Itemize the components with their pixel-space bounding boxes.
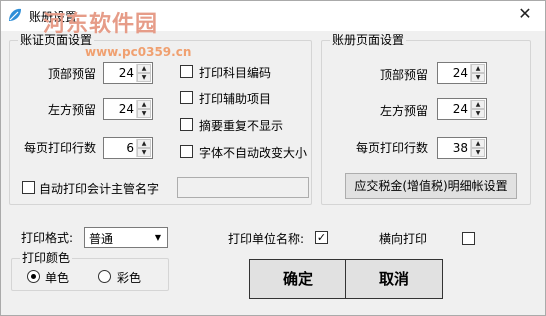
hide-duplicate-summary-checkbox[interactable] <box>180 118 193 131</box>
cancel-button[interactable]: 取消 <box>345 259 443 299</box>
print-color-legend: 打印颜色 <box>22 251 71 265</box>
auto-print-signer-checkbox[interactable] <box>22 181 35 194</box>
right-top-margin-label: 顶部预留 <box>380 68 429 82</box>
left-left-margin-value: 24 <box>118 102 134 116</box>
right-rows-per-page-label: 每页打印行数 <box>356 141 429 155</box>
left-top-margin-value: 24 <box>118 66 134 80</box>
print-format-select[interactable]: 普通 ▼ <box>84 227 168 248</box>
spin-down-icon[interactable]: ▼ <box>471 148 485 157</box>
right-rows-per-page-value: 38 <box>452 141 468 155</box>
fixed-font-size-checkbox[interactable] <box>180 145 193 158</box>
color-radio-label: 彩色 <box>117 271 142 285</box>
right-left-margin-label: 左方预留 <box>380 104 429 118</box>
print-unit-name-checkbox[interactable]: ✓ <box>315 231 328 244</box>
mono-radio[interactable] <box>27 270 40 283</box>
spin-down-icon[interactable]: ▼ <box>471 73 485 82</box>
watermark-url: www.pc0359.cn <box>85 45 192 59</box>
left-rows-per-page-label: 每页打印行数 <box>24 141 97 155</box>
right-top-margin-value: 24 <box>452 66 468 80</box>
right-left-margin-value: 24 <box>452 102 468 116</box>
left-top-margin-spinner[interactable]: 24 ▲ ▼ <box>103 62 153 84</box>
supervisor-name-field[interactable] <box>177 177 309 198</box>
print-format-value: 普通 <box>89 232 114 246</box>
left-top-margin-label: 顶部预留 <box>48 67 97 81</box>
print-unit-name-label: 打印单位名称: <box>228 232 305 246</box>
vat-detail-settings-button[interactable]: 应交税金(增值税)明细帐设置 <box>345 173 517 199</box>
color-radio[interactable] <box>98 270 111 283</box>
spin-down-icon[interactable]: ▼ <box>137 148 151 157</box>
ledger-page-settings-legend: 账册页面设置 <box>332 33 405 47</box>
close-button[interactable]: ✕ <box>506 1 544 27</box>
radio-selected-dot <box>31 274 36 279</box>
left-rows-per-page-value: 6 <box>126 141 134 155</box>
right-rows-per-page-spinner[interactable]: 38 ▲ ▼ <box>437 137 487 159</box>
chevron-down-icon[interactable]: ▼ <box>150 229 166 246</box>
app-leaf-icon <box>9 8 21 21</box>
auto-print-signer-label: 自动打印会计主管名字 <box>39 182 160 196</box>
left-left-margin-spinner[interactable]: 24 ▲ ▼ <box>103 98 153 120</box>
settings-dialog: 账册设置 河东软件园 ✕ 账证页面设置 顶部预留 24 ▲ ▼ 左方预留 24 … <box>0 0 546 316</box>
spin-up-icon[interactable]: ▲ <box>137 100 151 109</box>
spin-down-icon[interactable]: ▼ <box>471 109 485 118</box>
print-account-code-checkbox[interactable] <box>180 65 193 78</box>
spin-down-icon[interactable]: ▼ <box>137 109 151 118</box>
title-bar: 账册设置 河东软件园 ✕ <box>1 1 545 37</box>
voucher-page-settings-legend: 账证页面设置 <box>20 33 93 47</box>
left-rows-per-page-spinner[interactable]: 6 ▲ ▼ <box>103 137 153 159</box>
left-left-margin-label: 左方预留 <box>48 103 97 117</box>
landscape-print-checkbox[interactable] <box>462 232 475 245</box>
ok-button[interactable]: 确定 <box>249 259 347 299</box>
spin-up-icon[interactable]: ▲ <box>137 64 151 73</box>
spin-up-icon[interactable]: ▲ <box>471 100 485 109</box>
spin-up-icon[interactable]: ▲ <box>137 139 151 148</box>
mono-radio-label: 单色 <box>45 271 70 285</box>
print-format-label: 打印格式: <box>21 231 74 245</box>
spin-up-icon[interactable]: ▲ <box>471 139 485 148</box>
print-account-code-label: 打印科目编码 <box>199 66 272 80</box>
fixed-font-size-label: 字体不自动改变大小 <box>199 146 308 160</box>
hide-duplicate-summary-label: 摘要重复不显示 <box>199 119 284 133</box>
print-auxiliary-checkbox[interactable] <box>180 91 193 104</box>
right-left-margin-spinner[interactable]: 24 ▲ ▼ <box>437 98 487 120</box>
spin-up-icon[interactable]: ▲ <box>471 64 485 73</box>
spin-down-icon[interactable]: ▼ <box>137 73 151 82</box>
print-auxiliary-label: 打印辅助项目 <box>199 92 272 106</box>
right-top-margin-spinner[interactable]: 24 ▲ ▼ <box>437 62 487 84</box>
landscape-print-label: 横向打印 <box>379 232 428 246</box>
